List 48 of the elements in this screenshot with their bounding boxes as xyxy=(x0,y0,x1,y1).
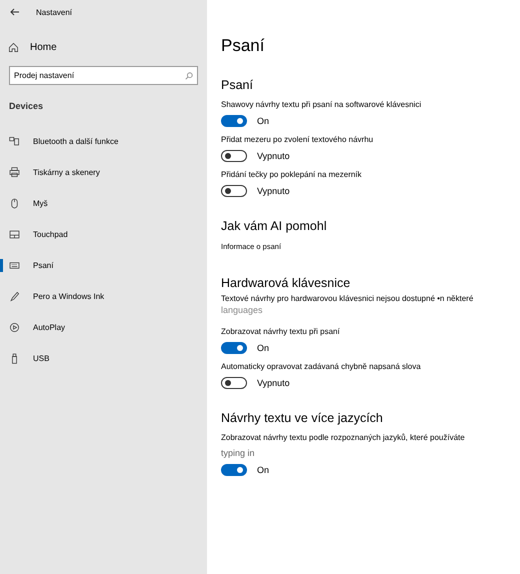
mouse-icon xyxy=(9,198,20,209)
nav-item[interactable]: Bluetooth a další funkce xyxy=(0,126,207,157)
toggle-switch[interactable] xyxy=(221,342,247,354)
setting-label-continuation: typing in xyxy=(221,448,256,459)
setting-label: Přidat mezeru po zvolení textového návrhu xyxy=(221,134,374,145)
toggle-state: On xyxy=(257,116,270,126)
pen-icon xyxy=(9,291,20,302)
nav-item[interactable]: Myš xyxy=(0,188,207,219)
nav-item[interactable]: Tiskárny a skenery xyxy=(0,157,207,188)
nav-item[interactable]: USB xyxy=(0,343,207,374)
toggle-state: On xyxy=(257,465,270,475)
app-title: Nastavení xyxy=(36,8,72,16)
section-heading: Hardwarová klávesnice xyxy=(221,276,352,290)
nav-item[interactable]: AutoPlay xyxy=(0,312,207,343)
toggle-state: Vypnuto xyxy=(257,186,290,196)
setting-label: Zobrazovat návrhy textu podle rozpoznaných jazyků, které používáte xyxy=(221,432,466,443)
toggle-switch[interactable] xyxy=(221,464,247,476)
home-link[interactable]: Home xyxy=(8,42,57,53)
back-arrow-icon[interactable] xyxy=(10,8,20,16)
autoplay-icon xyxy=(9,322,20,333)
setting-label: Shawovy návrhy textu při psaní na softwarové klávesnici xyxy=(221,99,422,110)
note-continuation: languages xyxy=(221,304,264,317)
group-label: Devices xyxy=(9,101,44,111)
nav-item[interactable]: Psaní xyxy=(0,250,207,281)
usb-icon xyxy=(9,353,20,364)
section-heading: Jak vám AI pomohl xyxy=(221,219,328,233)
search-icon xyxy=(185,72,193,80)
toggle-state: Vypnuto xyxy=(257,151,290,161)
page-title: Psaní xyxy=(221,36,266,56)
toggle-state: On xyxy=(257,343,270,353)
setting-label: Automaticky opravovat zadávaná chybně napsaná slova xyxy=(221,361,422,372)
note-text: Textové návrhy pro hardwarovou klávesnici nejsou dostupné •n některé xyxy=(221,293,474,304)
toggle-switch[interactable] xyxy=(221,185,247,197)
toggle-switch[interactable] xyxy=(221,150,247,162)
toggle-state: Vypnuto xyxy=(257,378,290,388)
keyboard-icon xyxy=(9,260,20,271)
setting-label: Přidání tečky po poklepání na mezerník xyxy=(221,169,363,180)
search-field[interactable]: Prodej nastavení xyxy=(9,66,198,85)
section-heading: Návrhy textu ve více jazycích xyxy=(221,411,384,425)
section-heading: Psaní xyxy=(221,78,254,92)
home-icon xyxy=(8,42,19,53)
toggle-switch[interactable] xyxy=(221,377,247,389)
touchpad-icon xyxy=(9,229,20,240)
toggle-switch[interactable] xyxy=(221,115,247,127)
nav-item[interactable]: Pero a Windows Ink xyxy=(0,281,207,312)
printer-icon xyxy=(9,167,20,178)
setting-label: Zobrazovat návrhy textu při psaní xyxy=(221,326,341,337)
nav-item[interactable]: Touchpad xyxy=(0,219,207,250)
